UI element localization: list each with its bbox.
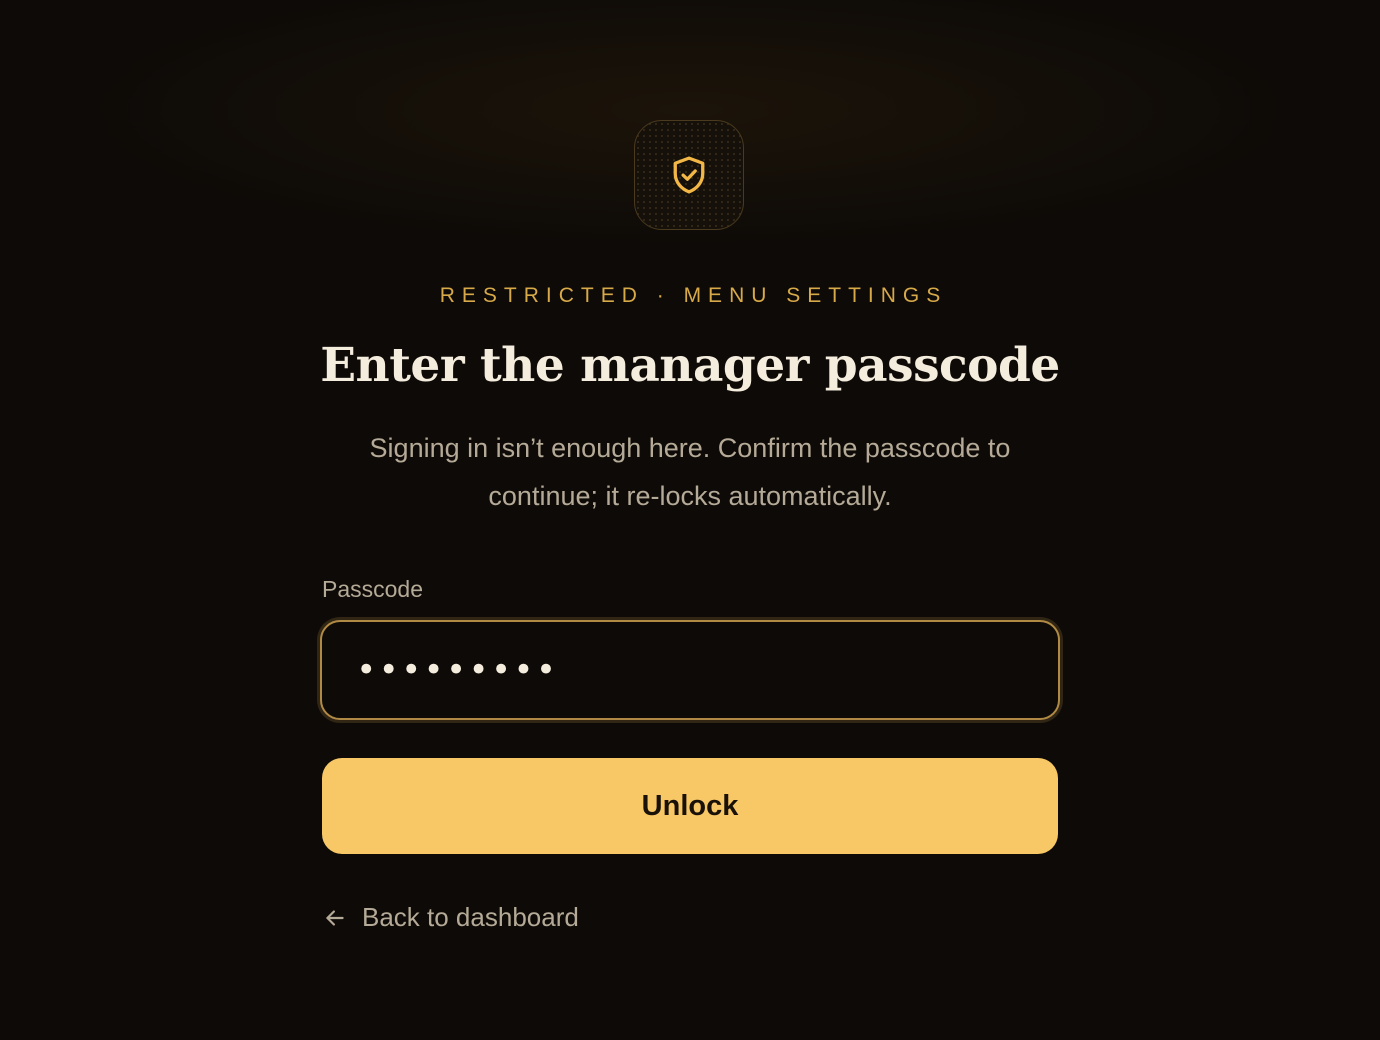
passcode-label: Passcode — [322, 576, 424, 602]
page-subtitle: Signing in isn’t enough here. Confirm th… — [369, 433, 1011, 511]
unlock-button[interactable]: Unlock — [322, 758, 1058, 854]
section-eyebrow: RESTRICTED · MENU SETTINGS — [439, 284, 948, 307]
back-link-label: Back to dashboard — [362, 902, 579, 932]
passcode-input[interactable] — [322, 622, 1058, 718]
page-title: Enter the manager passcode — [320, 338, 1060, 393]
passcode-field — [320, 620, 1060, 720]
arrow-left-icon — [326, 909, 344, 926]
shield-check-icon — [673, 156, 705, 194]
security-badge — [634, 120, 744, 230]
back-to-dashboard-link[interactable]: Back to dashboard — [322, 902, 579, 933]
